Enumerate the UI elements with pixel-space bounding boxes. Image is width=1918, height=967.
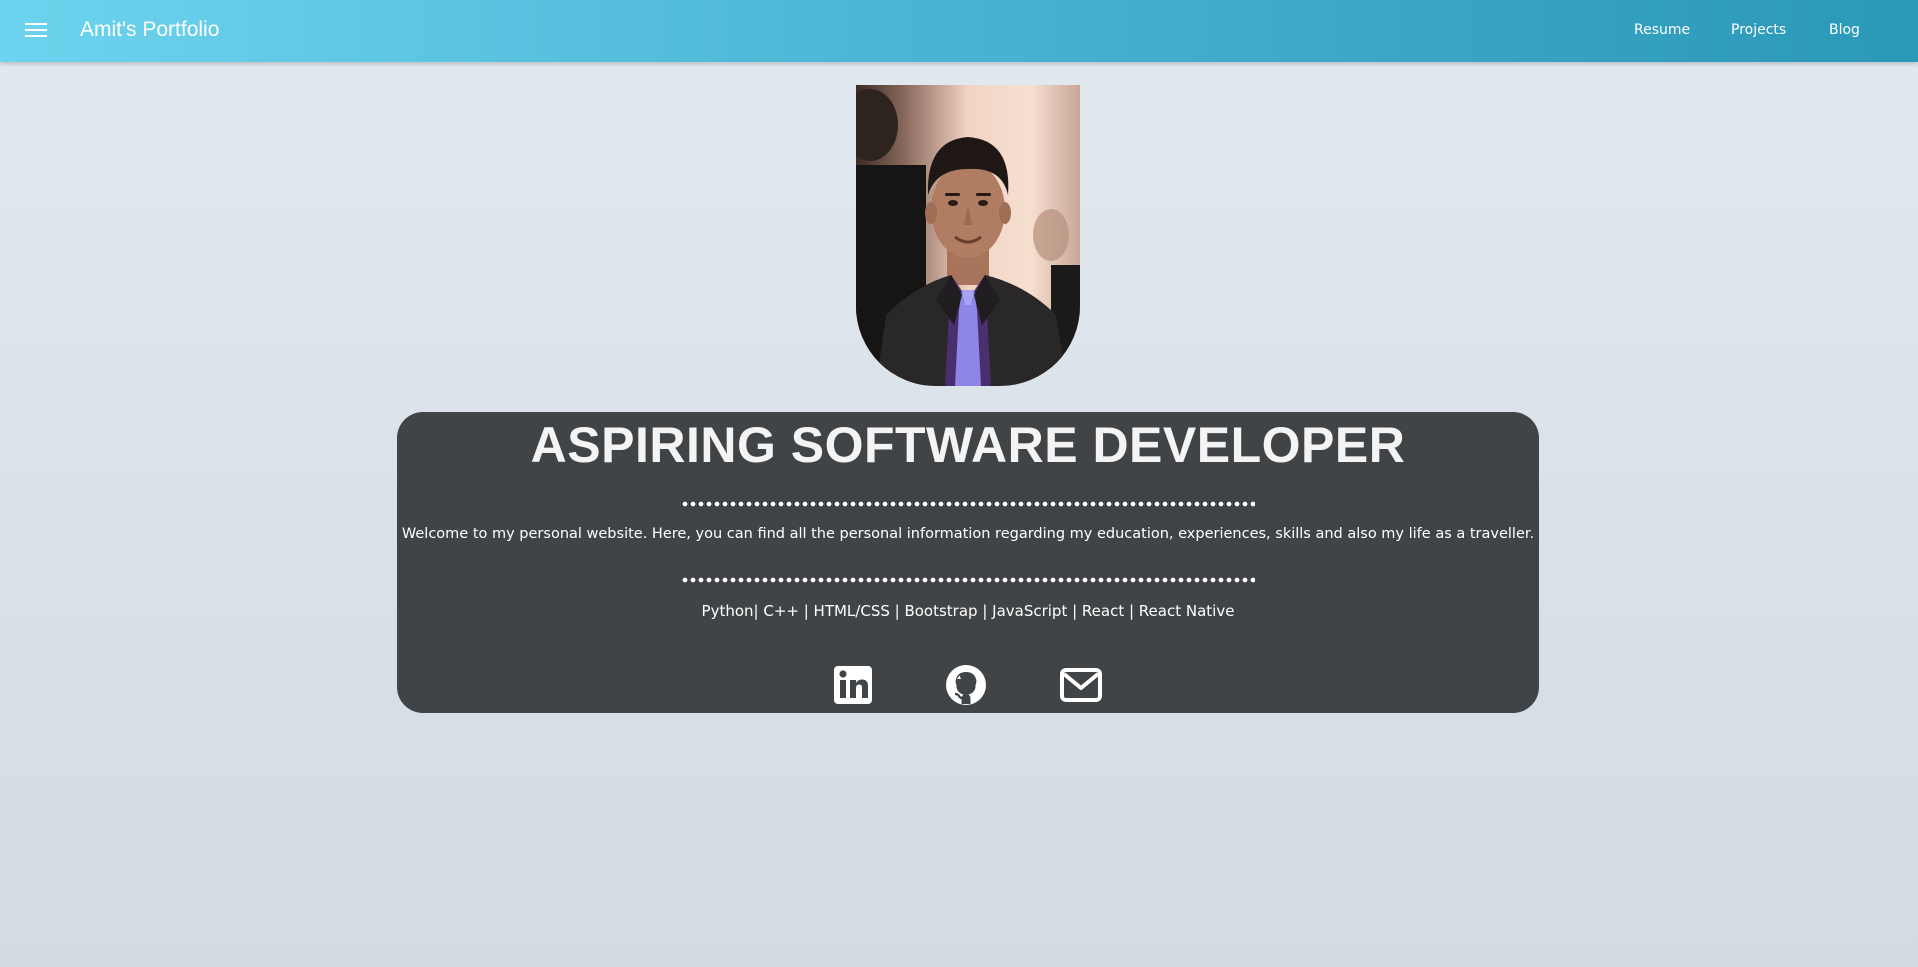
- nav-link-blog[interactable]: Blog: [1829, 22, 1860, 38]
- intro-card: ASPIRING SOFTWARE DEVELOPER Welcome to m…: [397, 412, 1539, 713]
- nav-link-resume[interactable]: Resume: [1634, 22, 1690, 38]
- navbar: Amit's Portfolio Resume Projects Blog: [0, 0, 1918, 62]
- github-icon[interactable]: [945, 664, 987, 706]
- linkedin-icon[interactable]: [832, 664, 874, 706]
- hamburger-menu-icon[interactable]: [25, 22, 47, 39]
- profile-photo: [856, 85, 1080, 386]
- email-icon[interactable]: [1059, 664, 1102, 706]
- headline: ASPIRING SOFTWARE DEVELOPER: [530, 417, 1406, 473]
- skills-list: Python| C++ | HTML/CSS | Bootstrap | Jav…: [701, 602, 1235, 620]
- brand-link[interactable]: Amit's Portfolio: [80, 18, 219, 42]
- nav-link-projects[interactable]: Projects: [1731, 22, 1786, 38]
- dotted-divider: [681, 577, 1255, 583]
- dotted-divider: [681, 501, 1255, 507]
- intro-text: Welcome to my personal website. Here, yo…: [401, 526, 1535, 542]
